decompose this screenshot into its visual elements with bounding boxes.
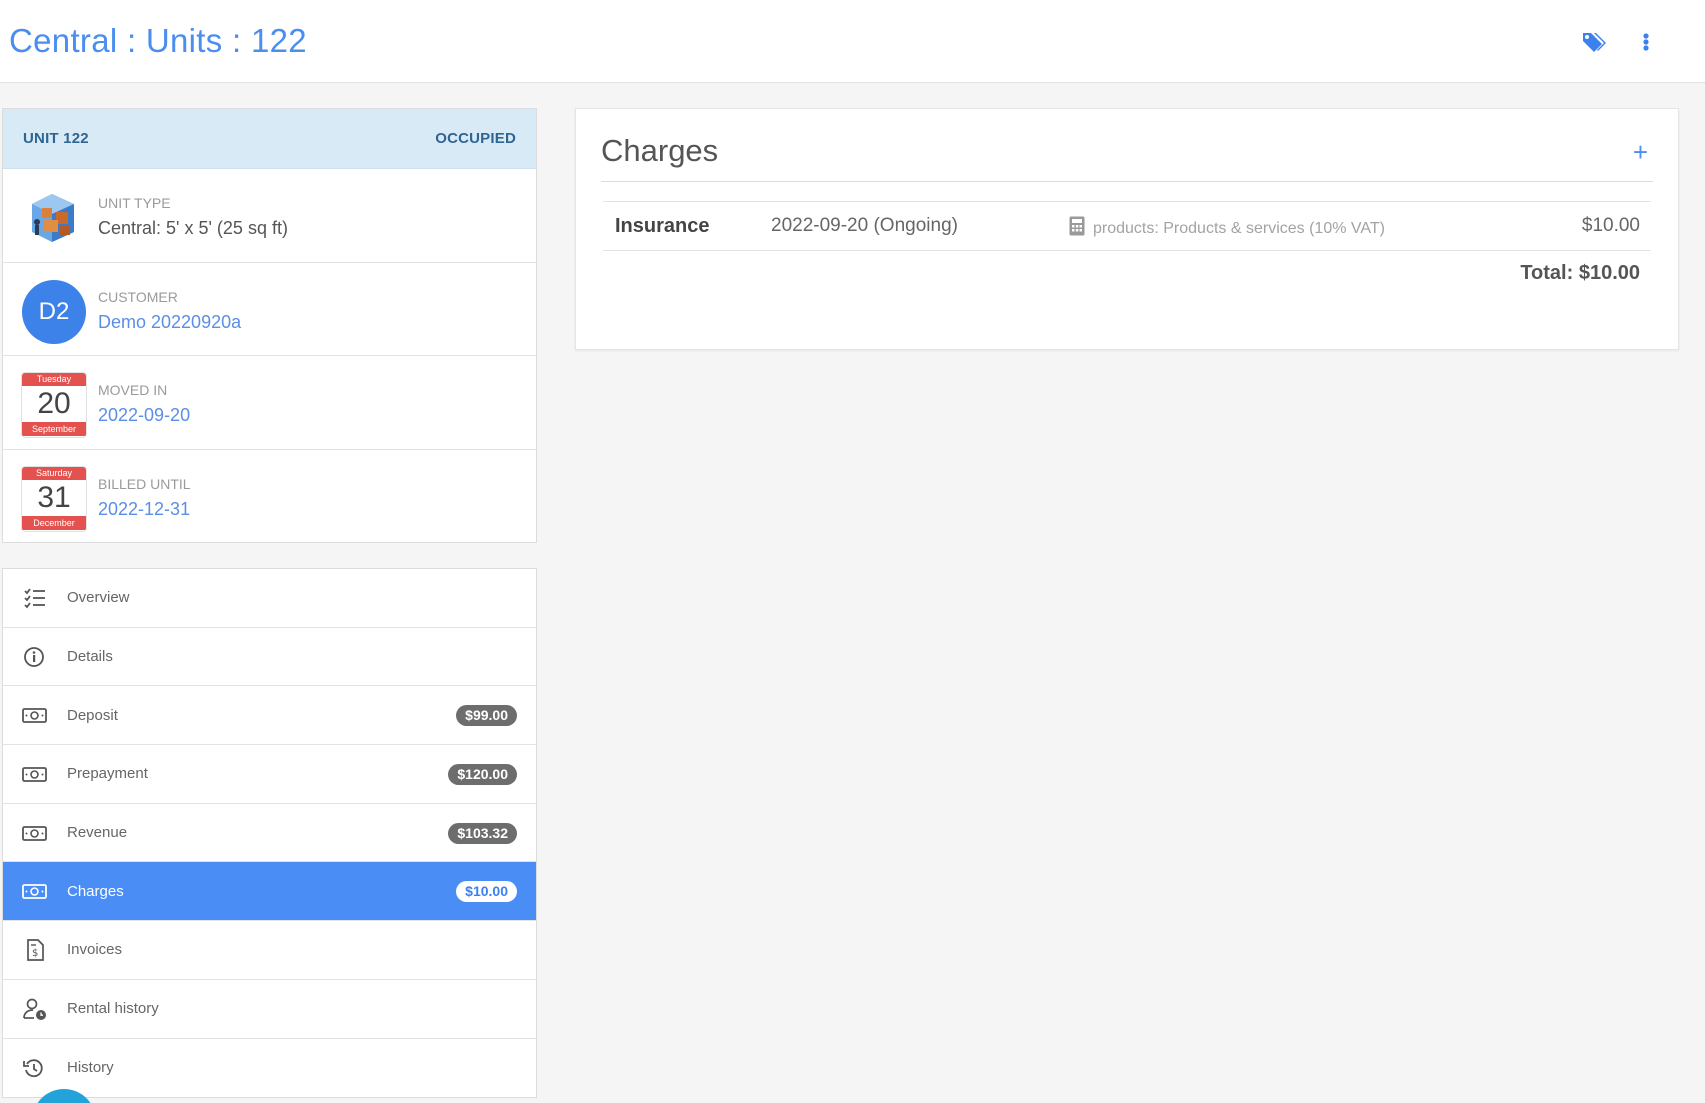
add-charge-button[interactable]: + [1633, 137, 1648, 168]
nav-item-charges[interactable]: Charges $10.00 [3, 862, 536, 922]
amount-badge: $99.00 [456, 705, 517, 727]
nav-label: Revenue [67, 824, 128, 842]
unit-header: UNIT 122 OCCUPIED [3, 109, 536, 169]
charge-amount: $10.00 [1581, 215, 1640, 236]
nav-item-history[interactable]: History [3, 1039, 536, 1098]
avatar[interactable]: D2 [22, 279, 86, 344]
charge-product-label: products: Products & services (10% VAT) [1093, 219, 1385, 237]
history-icon [22, 1056, 48, 1080]
amount-badge: $10.00 [456, 881, 517, 903]
divider [601, 181, 1653, 182]
nav-label: Charges [67, 882, 124, 900]
charges-panel: Charges + Insurance 2022-09-20 (Ongoing)… [575, 108, 1679, 350]
unit-type-label: UNIT TYPE [98, 195, 171, 211]
calendar-month: September [22, 422, 86, 436]
top-bar: Central : Units : 122 [0, 0, 1705, 83]
amount-badge: $120.00 [448, 764, 517, 786]
charge-product: products: Products & services (10% VAT) [1069, 216, 1385, 241]
moved-in-value[interactable]: 2022-09-20 [98, 405, 190, 426]
user-clock-icon [22, 997, 48, 1021]
unit-type-row: UNIT TYPE Central: 5' x 5' (25 sq ft) [3, 169, 536, 263]
billed-until-value[interactable]: 2022-12-31 [98, 499, 190, 520]
customer-row: D2 CUSTOMER Demo 20220920a [3, 263, 536, 356]
tags-icon[interactable] [1580, 28, 1608, 56]
invoice-icon: $ [22, 938, 48, 962]
unit-nav-menu: Overview Details Deposit $99.00 Prepayme… [2, 568, 537, 1099]
money-icon [22, 703, 48, 727]
moved-in-label: MOVED IN [98, 382, 168, 398]
money-icon [22, 762, 48, 786]
nav-label: Deposit [67, 706, 118, 724]
nav-item-prepayment[interactable]: Prepayment $120.00 [3, 745, 536, 804]
storage-unit-icon [22, 186, 86, 250]
nav-label: Rental history [67, 1000, 159, 1018]
customer-label: CUSTOMER [98, 288, 178, 305]
money-icon [22, 879, 48, 903]
charge-name: Insurance [615, 215, 710, 237]
charges-title: Charges [601, 133, 719, 168]
money-icon [22, 821, 48, 845]
unit-status-badge: OCCUPIED [435, 130, 516, 147]
unit-type-value: Central: 5' x 5' (25 sq ft) [98, 218, 288, 238]
calculator-icon [1069, 216, 1085, 241]
nav-item-deposit[interactable]: Deposit $99.00 [3, 686, 536, 746]
calendar-icon: Saturday 31 December [22, 466, 86, 531]
nav-item-overview[interactable]: Overview [3, 569, 536, 628]
nav-item-details[interactable]: Details [3, 628, 536, 687]
nav-label: Prepayment [67, 765, 148, 783]
svg-text:$: $ [32, 948, 38, 959]
nav-item-invoices[interactable]: $ Invoices [3, 921, 536, 980]
billed-until-row: Saturday 31 December BILLED UNTIL 2022-1… [3, 450, 536, 544]
calendar-icon: Tuesday 20 September [22, 373, 86, 437]
charges-total: Total: $10.00 [1520, 262, 1640, 284]
nav-item-revenue[interactable]: Revenue $103.32 [3, 804, 536, 863]
more-vertical-icon[interactable] [1636, 28, 1656, 56]
nav-label: Overview [67, 589, 130, 607]
customer-link[interactable]: Demo 20220920a [98, 312, 241, 333]
nav-label: Details [67, 648, 113, 666]
nav-label: Invoices [67, 941, 123, 959]
calendar-day: 31 [37, 480, 71, 514]
nav-label: History [67, 1059, 114, 1077]
page-title: Central : Units : 122 [9, 22, 307, 59]
amount-badge: $103.32 [448, 822, 517, 844]
nav-item-rental-history[interactable]: Rental history [3, 980, 536, 1039]
info-icon [22, 645, 48, 669]
billed-until-label: BILLED UNTIL [98, 475, 191, 492]
calendar-day: 20 [37, 387, 71, 420]
charge-date: 2022-09-20 (Ongoing) [771, 215, 958, 236]
calendar-weekday: Saturday [22, 466, 86, 480]
calendar-month: December [22, 515, 86, 530]
unit-name: UNIT 122 [23, 130, 89, 147]
moved-in-row: Tuesday 20 September MOVED IN 2022-09-20 [3, 356, 536, 450]
table-row[interactable]: Insurance 2022-09-20 (Ongoing) products:… [603, 201, 1651, 251]
unit-summary-card: UNIT 122 OCCUPIED UNIT TYPE Central: 5' … [2, 108, 537, 543]
calendar-weekday: Tuesday [22, 373, 86, 386]
checklist-icon [22, 586, 48, 610]
